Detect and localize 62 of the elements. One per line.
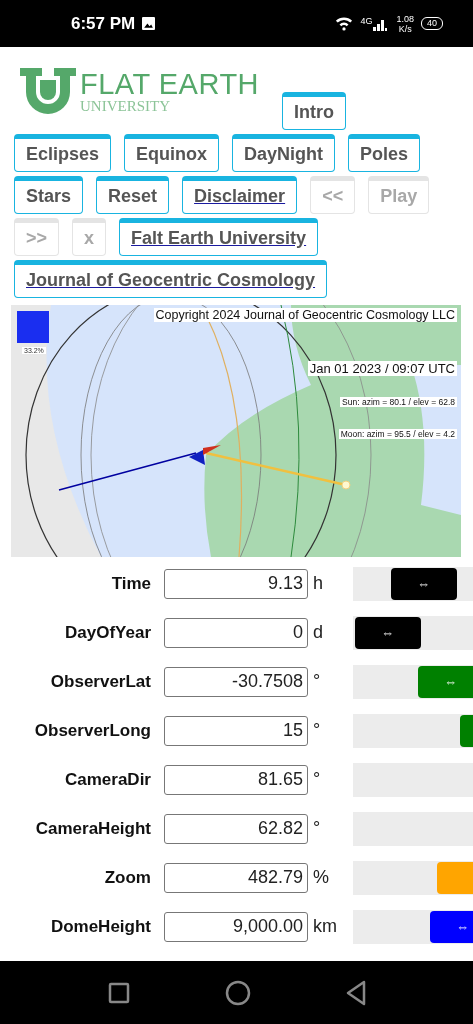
parameter-label: ObserverLat	[49, 671, 151, 692]
unit-label: km	[312, 916, 338, 937]
slider-track[interactable]: ⇔	[353, 566, 473, 601]
value-field[interactable]: 9,000.00	[164, 911, 308, 942]
logo-subtitle: UNIVERSITY	[80, 98, 171, 114]
logo-icon	[18, 66, 78, 116]
slider-thumb[interactable]: ⇔	[354, 616, 421, 649]
parameter-label: DomeHeight	[49, 916, 151, 937]
wifi-icon	[335, 16, 354, 31]
unit-label: %	[312, 867, 330, 888]
toolbar-button[interactable]: Poles	[348, 134, 421, 172]
image-icon	[142, 17, 156, 30]
slider-thumb[interactable]: ⇔	[390, 567, 457, 600]
battery-icon: 40	[421, 17, 443, 30]
datetime-label: Jan 01 2023 / 09:07 UTC	[307, 361, 457, 376]
toolbar-button[interactable]: Intro	[282, 92, 346, 130]
link-button[interactable]: Falt Earth University	[119, 218, 319, 256]
unit-label: °	[312, 818, 322, 839]
unit-label: °	[312, 720, 322, 741]
toolbar-button[interactable]: Reset	[96, 176, 170, 214]
unit-label: d	[312, 622, 324, 643]
slider-track[interactable]	[353, 860, 473, 895]
slider-track[interactable]: ⇔	[353, 909, 473, 944]
toolbar-button[interactable]: Stars	[14, 176, 84, 214]
network-type: 4G	[360, 16, 373, 26]
slider-track[interactable]	[353, 713, 473, 748]
unit-label: °	[312, 671, 322, 692]
toolbar-button[interactable]: Eclipses	[14, 134, 112, 172]
parameter-label: CameraHeight	[34, 818, 151, 839]
value-field[interactable]: 81.65	[164, 764, 308, 795]
moon-phase-icon	[17, 311, 49, 343]
parameter-label: CameraDir	[64, 769, 151, 790]
value-field[interactable]: -30.7508	[164, 666, 308, 697]
parameter-label: Zoom	[103, 867, 151, 888]
slider-thumb[interactable]: ⇔	[417, 665, 473, 698]
slider-thumb[interactable]: ⇔	[429, 910, 473, 943]
value-field[interactable]: 9.13	[164, 568, 308, 599]
speed-unit: K/s	[398, 23, 412, 34]
value-field[interactable]: 482.79	[164, 862, 308, 893]
copyright-label: Copyright 2024 Journal of Geocentric Cosmology LLC	[153, 308, 457, 322]
link-button[interactable]: Disclaimer	[182, 176, 298, 214]
home-icon[interactable]	[224, 979, 251, 1006]
logo-title: FLAT EARTH	[80, 68, 260, 99]
back-icon[interactable]	[344, 979, 367, 1006]
parameter-label: Time	[110, 573, 151, 594]
toolbar-button[interactable]: DayNight	[232, 134, 336, 172]
parameter-label: DayOfYear	[64, 622, 151, 643]
speed-value: 1.08	[396, 13, 414, 24]
sun-position-label: Sun: azim = 80.1 / elev = 62.8	[340, 397, 457, 407]
slider-track[interactable]: ⇔	[353, 615, 473, 650]
clock: 6:57 PM	[71, 13, 136, 34]
parameter-label: ObserverLong	[33, 720, 151, 741]
recents-icon[interactable]	[106, 980, 131, 1005]
unit-label: h	[312, 573, 324, 594]
link-button[interactable]: Journal of Geocentric Cosmology	[14, 260, 328, 298]
unit-label: °	[312, 769, 322, 790]
value-field[interactable]: 0	[164, 617, 308, 648]
toolbar-button[interactable]: Equinox	[124, 134, 220, 172]
moon-position-label: Moon: azim = 95.5 / elev = 4.2	[338, 429, 457, 439]
value-field[interactable]: 62.82	[164, 813, 308, 844]
value-field[interactable]: 15	[164, 715, 308, 746]
slider-track[interactable]: ⇔	[353, 664, 473, 699]
